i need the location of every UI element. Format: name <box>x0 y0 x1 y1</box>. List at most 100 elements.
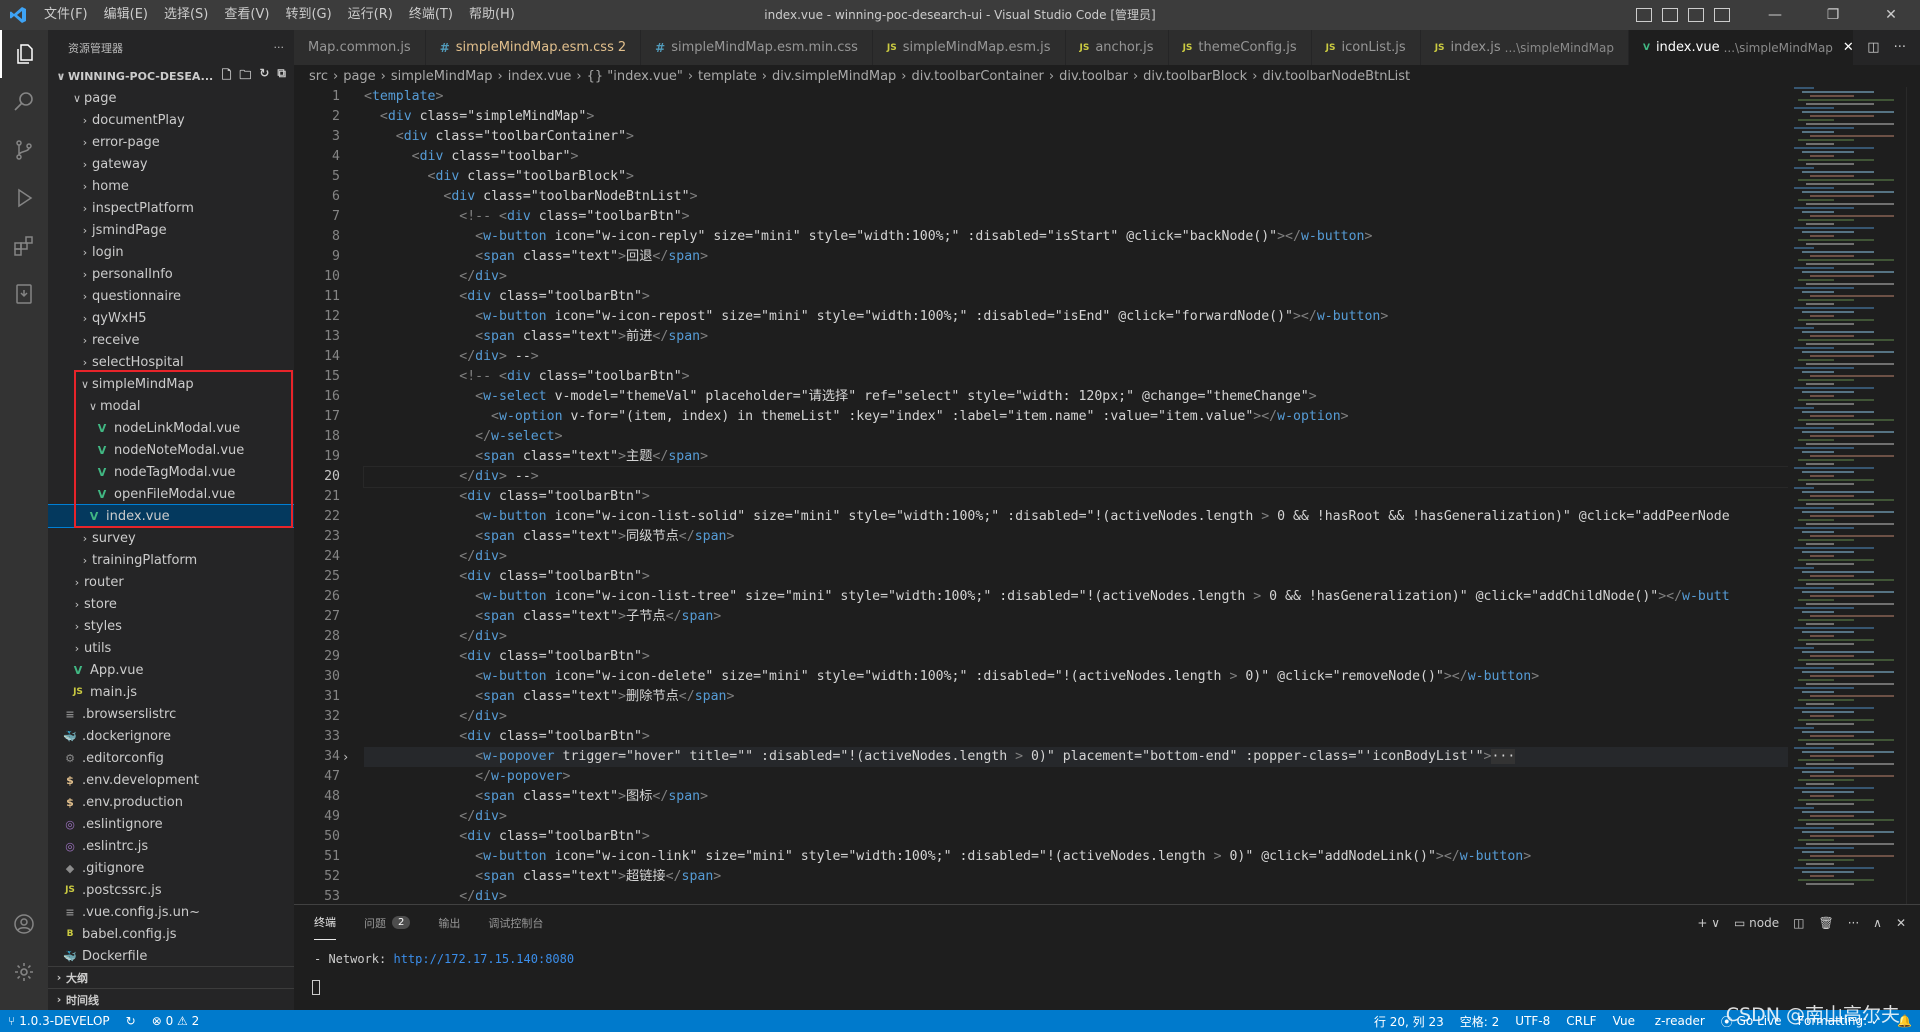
problems-status[interactable]: ⊗ 0 ⚠ 2 <box>144 1014 208 1028</box>
toggle-panel-icon[interactable] <box>1662 8 1678 22</box>
tab-terminal[interactable]: 终端 <box>314 905 336 940</box>
tree-folder[interactable]: › qyWxH5 <box>48 307 294 329</box>
new-file-icon[interactable]: 🗋 <box>222 66 232 87</box>
tree-file[interactable]: 🐳 Dockerfile <box>48 945 294 967</box>
breadcrumb-item[interactable]: {} "index.vue" <box>587 69 683 84</box>
tree-folder[interactable]: › trainingPlatform <box>48 549 294 571</box>
tree-folder[interactable]: ∨ page <box>48 87 294 109</box>
tree-folder[interactable]: ∨ modal <box>48 395 294 417</box>
source-control-icon[interactable] <box>0 126 48 174</box>
go-live-status[interactable]: ⦿ Go Live <box>1713 1013 1790 1030</box>
outline-section[interactable]: › 大纲 <box>48 966 294 988</box>
toggle-sidebar-icon[interactable] <box>1636 8 1652 22</box>
close-panel-icon[interactable]: ✕ <box>1896 916 1906 930</box>
editor-tab[interactable]: Map.common.js <box>294 30 426 65</box>
tree-file[interactable]: VnodeTagModal.vue <box>48 461 294 483</box>
new-terminal-icon[interactable]: + ∨ <box>1697 916 1720 930</box>
menu-item[interactable]: 终端(T) <box>401 0 461 30</box>
tree-file[interactable]: ≡ .browserslistrc <box>48 703 294 725</box>
terminal-output[interactable]: - Network: http://172.17.15.140:8080 <box>294 952 1920 966</box>
breadcrumb-item[interactable]: simpleMindMap <box>391 69 493 84</box>
tree-file[interactable]: $ .env.development <box>48 769 294 791</box>
menu-item[interactable]: 转到(G) <box>277 0 339 30</box>
notifications-icon[interactable]: 🔔 <box>1889 1013 1920 1030</box>
code-editor[interactable]: 1 2 3 4 5 6 7 8 9 10 11 12 13 14 15 16 17 18 19 20 21 22 23 24 2… <box>294 87 1788 904</box>
close-icon[interactable]: ✕ <box>1862 0 1920 30</box>
remote-explorer-icon[interactable] <box>0 270 48 318</box>
editor-tab[interactable]: JS themeConfig.js <box>1168 30 1312 65</box>
account-icon[interactable] <box>0 900 48 948</box>
editor-tab[interactable]: JS anchor.js <box>1065 30 1169 65</box>
breadcrumb-item[interactable]: page <box>343 69 375 84</box>
more-actions-icon[interactable]: ··· <box>1848 916 1859 930</box>
tree-file[interactable]: $ .env.production <box>48 791 294 813</box>
language-mode[interactable]: Vue <box>1605 1013 1643 1030</box>
tree-folder[interactable]: › router <box>48 571 294 593</box>
cursor-position[interactable]: 行 20, 列 23 <box>1366 1013 1452 1030</box>
tree-file[interactable]: VnodeLinkModal.vue <box>48 417 294 439</box>
more-actions-icon[interactable]: ··· <box>274 41 285 54</box>
tree-file[interactable]: JS main.js <box>48 681 294 703</box>
tree-file[interactable]: ≡ .vue.config.js.un~ <box>48 901 294 923</box>
menu-item[interactable]: 查看(V) <box>216 0 277 30</box>
tree-folder[interactable]: › gateway <box>48 153 294 175</box>
breadcrumb-item[interactable]: div.toolbar <box>1059 69 1128 84</box>
menu-item[interactable]: 运行(R) <box>340 0 401 30</box>
tree-file[interactable]: ◆ .gitignore <box>48 857 294 879</box>
tree-file[interactable]: ◎ .eslintignore <box>48 813 294 835</box>
tree-file[interactable]: 🐳 .dockerignore <box>48 725 294 747</box>
encoding[interactable]: UTF-8 <box>1507 1013 1558 1030</box>
kill-terminal-icon[interactable]: 🗑 <box>1818 916 1833 930</box>
breadcrumb-item[interactable]: template <box>698 69 757 84</box>
tree-folder[interactable]: › inspectPlatform <box>48 197 294 219</box>
tree-folder[interactable]: › home <box>48 175 294 197</box>
code-lines[interactable]: <template> <div class="simpleMindMap"> <… <box>342 87 1788 904</box>
menu-item[interactable]: 文件(F) <box>36 0 96 30</box>
breadcrumb-item[interactable]: index.vue <box>508 69 572 84</box>
tree-folder[interactable]: › login <box>48 241 294 263</box>
minimap[interactable] <box>1788 87 1906 904</box>
tree-folder[interactable]: › jsmindPage <box>48 219 294 241</box>
network-url-link[interactable]: http://172.17.15.140:8080 <box>393 952 574 966</box>
editor-tab[interactable]: JS simpleMindMap.esm.js <box>872 30 1066 65</box>
restore-icon[interactable]: ❐ <box>1804 0 1862 30</box>
close-tab-icon[interactable]: ✕ <box>1843 40 1854 55</box>
menu-item[interactable]: 选择(S) <box>156 0 216 30</box>
extensions-icon[interactable] <box>0 222 48 270</box>
run-debug-icon[interactable] <box>0 174 48 222</box>
editor-scrollbar[interactable] <box>1906 87 1920 904</box>
more-actions-icon[interactable]: ··· <box>1894 40 1906 55</box>
tree-folder[interactable]: › survey <box>48 527 294 549</box>
tree-folder[interactable]: ∨ simpleMindMap <box>48 373 294 395</box>
tree-folder[interactable]: › selectHospital <box>48 351 294 373</box>
settings-gear-icon[interactable] <box>0 948 48 996</box>
tree-file[interactable]: JS .postcssrc.js <box>48 879 294 901</box>
formatting-status[interactable]: Formatting: ✓ <box>1790 1013 1889 1030</box>
editor-tab[interactable]: JS index.js ...\simpleMindMap <box>1420 30 1629 65</box>
tree-file[interactable]: VopenFileModal.vue <box>48 483 294 505</box>
indentation[interactable]: 空格: 2 <box>1452 1013 1508 1030</box>
menu-item[interactable]: 帮助(H) <box>461 0 523 30</box>
editor-tab[interactable]: # simpleMindMap.esm.min.css <box>641 30 873 65</box>
menu-item[interactable]: 编辑(E) <box>96 0 156 30</box>
breadcrumb-item[interactable]: div.toolbarContainer <box>912 69 1044 84</box>
line-ending[interactable]: CRLF <box>1558 1013 1604 1030</box>
tree-file[interactable]: Bbabel.config.js <box>48 923 294 945</box>
split-terminal-icon[interactable]: ◫ <box>1793 916 1804 930</box>
tree-folder[interactable]: › personalInfo <box>48 263 294 285</box>
refresh-icon[interactable]: ↻ <box>259 66 269 87</box>
tree-folder[interactable]: › styles <box>48 615 294 637</box>
toggle-secondary-sidebar-icon[interactable] <box>1688 8 1704 22</box>
editor-tab[interactable]: # simpleMindMap.esm.css 2 <box>425 30 642 65</box>
collapse-all-icon[interactable]: ⧉ <box>277 66 286 87</box>
tree-folder[interactable]: › receive <box>48 329 294 351</box>
split-editor-icon[interactable]: ◫ <box>1867 40 1879 55</box>
search-icon[interactable] <box>0 78 48 126</box>
explorer-icon[interactable] <box>0 30 48 78</box>
tree-folder[interactable]: › store <box>48 593 294 615</box>
tab-problems[interactable]: 问题 2 <box>364 905 411 940</box>
tab-debug-console[interactable]: 调试控制台 <box>488 905 543 940</box>
minimize-icon[interactable]: — <box>1746 0 1804 30</box>
editor-tab[interactable]: JS iconList.js <box>1311 30 1421 65</box>
tree-folder[interactable]: › error-page <box>48 131 294 153</box>
